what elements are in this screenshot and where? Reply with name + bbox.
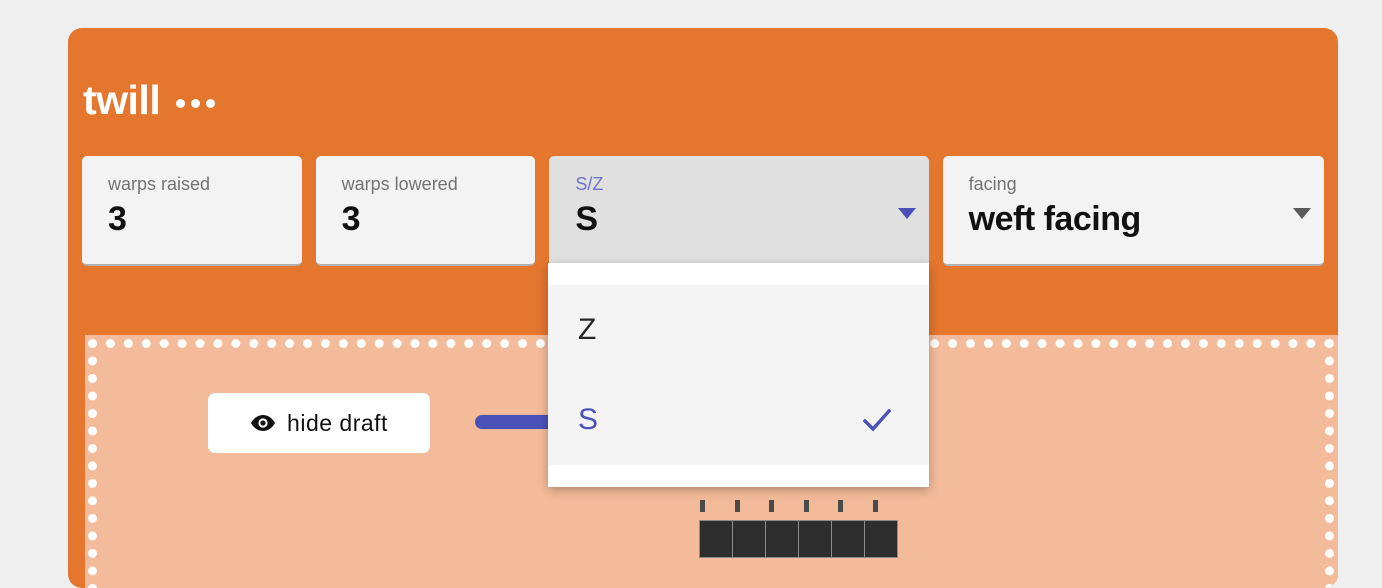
- field-value-sz: S: [575, 200, 598, 238]
- pattern-title-row: twill: [83, 77, 216, 123]
- ellipsis-dot: [206, 99, 216, 108]
- page-title: twill: [83, 77, 161, 123]
- weave-cell[interactable]: [732, 520, 766, 558]
- eye-icon: [250, 414, 276, 432]
- field-label-warps-raised: warps raised: [108, 174, 211, 194]
- field-sz-select[interactable]: S/Z S: [549, 156, 929, 268]
- tick-mark: [734, 500, 740, 512]
- ellipsis-dot: [176, 99, 186, 108]
- field-warps-raised[interactable]: warps raised 3: [82, 156, 302, 266]
- field-facing-select[interactable]: facing weft facing: [942, 156, 1324, 266]
- pattern-parameter-fields: warps raised 3 warps lowered 3 S/Z S fac…: [82, 156, 1324, 270]
- weave-cell[interactable]: [831, 520, 865, 558]
- check-icon: [861, 404, 893, 436]
- chevron-down-icon[interactable]: [897, 208, 916, 219]
- weave-cell[interactable]: [864, 520, 898, 558]
- tick-mark: [700, 500, 705, 512]
- dropdown-option-z[interactable]: Z: [548, 285, 929, 375]
- field-value-facing: weft facing: [968, 200, 1142, 238]
- weave-cell[interactable]: [798, 520, 832, 558]
- sz-dropdown-menu[interactable]: Z S: [548, 263, 929, 487]
- ellipsis-dot: [191, 99, 201, 108]
- dropdown-option-label: Z: [578, 313, 597, 346]
- drawdown-row[interactable]: [699, 520, 898, 558]
- field-label-sz: S/Z: [575, 174, 604, 194]
- field-warps-lowered[interactable]: warps lowered 3: [315, 156, 536, 266]
- field-value-warps-raised: 3: [108, 200, 127, 238]
- dropdown-option-label: S: [578, 403, 599, 436]
- field-value-warps-lowered: 3: [341, 200, 361, 238]
- tick-mark: [838, 500, 843, 512]
- weave-cell[interactable]: [699, 520, 733, 558]
- hide-draft-button[interactable]: hide draft: [208, 393, 430, 453]
- field-label-facing: facing: [968, 174, 1017, 194]
- tick-mark: [769, 500, 774, 512]
- threading-tick-marks: [700, 500, 878, 512]
- weave-cell[interactable]: [765, 520, 799, 558]
- tick-mark: [872, 500, 878, 512]
- sz-dropdown-options: Z S: [548, 285, 929, 465]
- ellipsis-icon[interactable]: [176, 93, 216, 108]
- dropdown-option-s[interactable]: S: [548, 375, 929, 465]
- chevron-down-icon[interactable]: [1293, 208, 1311, 219]
- tick-mark: [803, 500, 809, 512]
- hide-draft-label: hide draft: [287, 409, 388, 436]
- field-label-warps-lowered: warps lowered: [341, 174, 458, 194]
